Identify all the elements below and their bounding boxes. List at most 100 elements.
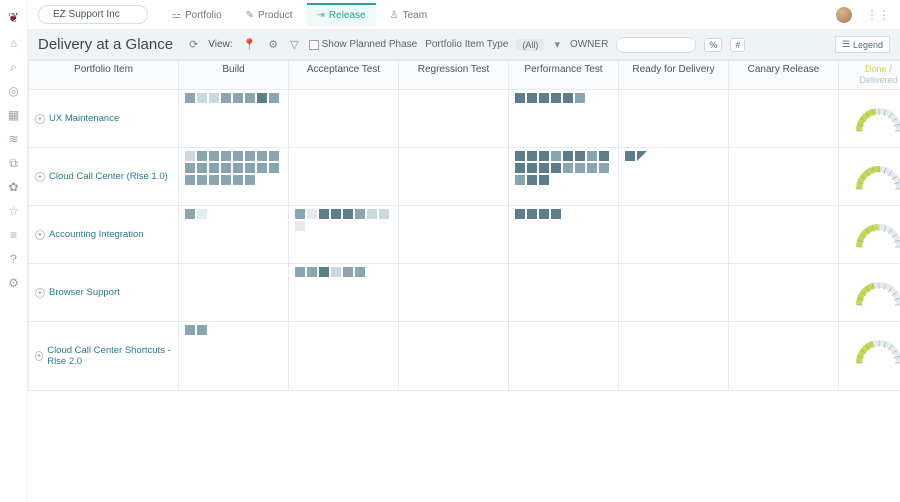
org-selector[interactable]: EZ Support Inc bbox=[38, 5, 148, 24]
stage-cell[interactable] bbox=[289, 322, 399, 391]
column-header[interactable]: Regression Test bbox=[399, 61, 509, 90]
stage-cell[interactable] bbox=[399, 264, 509, 322]
view-gear-icon[interactable]: ⚙ bbox=[266, 38, 280, 51]
rail-help-icon[interactable]: ? bbox=[10, 252, 17, 266]
column-header[interactable]: Acceptance Test bbox=[289, 61, 399, 90]
avatar[interactable] bbox=[836, 7, 852, 23]
stage-cell[interactable] bbox=[179, 90, 289, 148]
tab-team[interactable]: ♙Team bbox=[380, 3, 437, 26]
expand-icon[interactable]: + bbox=[35, 351, 43, 361]
work-item-block[interactable] bbox=[185, 325, 195, 335]
work-item-block[interactable] bbox=[539, 175, 549, 185]
tab-portfolio[interactable]: ⚍Portfolio bbox=[162, 3, 232, 26]
work-item-block[interactable] bbox=[527, 175, 537, 185]
work-item-block[interactable] bbox=[515, 93, 525, 103]
work-item-block[interactable] bbox=[221, 151, 231, 161]
stage-cell[interactable] bbox=[289, 90, 399, 148]
expand-icon[interactable]: + bbox=[35, 114, 45, 124]
work-item-block[interactable] bbox=[269, 163, 279, 173]
stage-cell[interactable] bbox=[729, 322, 839, 391]
stage-cell[interactable] bbox=[289, 206, 399, 264]
work-item-block[interactable] bbox=[269, 93, 279, 103]
work-item-block[interactable] bbox=[185, 163, 195, 173]
work-item-block[interactable] bbox=[197, 163, 207, 173]
refresh-icon[interactable]: ⟳ bbox=[187, 38, 200, 51]
work-item-block[interactable] bbox=[233, 151, 243, 161]
column-header[interactable]: Ready for Delivery bbox=[619, 61, 729, 90]
rail-target-icon[interactable]: ◎ bbox=[8, 84, 18, 98]
work-item-block[interactable] bbox=[319, 209, 329, 219]
stage-cell[interactable] bbox=[289, 264, 399, 322]
work-item-block[interactable] bbox=[221, 163, 231, 173]
work-item-block[interactable] bbox=[245, 93, 255, 103]
work-item-block[interactable] bbox=[209, 151, 219, 161]
stage-cell[interactable] bbox=[509, 148, 619, 206]
percent-toggle-button[interactable]: % bbox=[704, 38, 722, 52]
work-item-block[interactable] bbox=[527, 151, 537, 161]
work-item-block[interactable] bbox=[209, 175, 219, 185]
work-item-block[interactable] bbox=[233, 93, 243, 103]
portfolio-item-link[interactable]: +UX Maintenance bbox=[35, 93, 172, 144]
stage-cell[interactable] bbox=[399, 148, 509, 206]
work-item-block[interactable] bbox=[539, 209, 549, 219]
work-item-block[interactable] bbox=[527, 93, 537, 103]
tab-release[interactable]: ⇥Release bbox=[307, 3, 376, 26]
work-item-block[interactable] bbox=[367, 209, 377, 219]
work-item-block[interactable] bbox=[233, 175, 243, 185]
work-item-block[interactable] bbox=[257, 151, 267, 161]
stage-cell[interactable] bbox=[619, 206, 729, 264]
work-item-block[interactable] bbox=[221, 175, 231, 185]
work-item-block[interactable] bbox=[599, 151, 609, 161]
work-item-block[interactable] bbox=[343, 267, 353, 277]
work-item-block[interactable] bbox=[575, 93, 585, 103]
stage-cell[interactable] bbox=[509, 322, 619, 391]
work-item-block[interactable] bbox=[209, 163, 219, 173]
view-filter-icon[interactable]: ▽ bbox=[288, 38, 300, 51]
work-item-block[interactable] bbox=[257, 93, 267, 103]
work-item-block[interactable] bbox=[539, 151, 549, 161]
work-item-block[interactable] bbox=[197, 325, 207, 335]
portfolio-item-link[interactable]: +Accounting Integration bbox=[35, 209, 172, 260]
show-planned-checkbox[interactable]: Show Planned Phase bbox=[309, 39, 418, 50]
work-item-block[interactable] bbox=[221, 93, 231, 103]
column-header[interactable]: Performance Test bbox=[509, 61, 619, 90]
rail-grid-icon[interactable]: ▦ bbox=[8, 108, 19, 122]
work-item-block[interactable] bbox=[307, 267, 317, 277]
work-item-block[interactable] bbox=[599, 163, 609, 173]
rail-settings-icon[interactable]: ⚙ bbox=[8, 276, 19, 290]
work-item-block[interactable] bbox=[355, 209, 365, 219]
portfolio-item-link[interactable]: +Cloud Call Center Shortcuts - Rlse 2.0 bbox=[35, 325, 172, 387]
expand-icon[interactable]: + bbox=[35, 230, 45, 240]
stage-cell[interactable] bbox=[179, 264, 289, 322]
work-item-block[interactable] bbox=[379, 209, 389, 219]
work-item-block[interactable] bbox=[575, 163, 585, 173]
work-item-block[interactable] bbox=[331, 267, 341, 277]
tab-product[interactable]: ✎Product bbox=[236, 3, 303, 26]
stage-cell[interactable] bbox=[289, 148, 399, 206]
stage-cell[interactable] bbox=[509, 90, 619, 148]
work-item-block[interactable] bbox=[563, 151, 573, 161]
work-item-block[interactable] bbox=[197, 175, 207, 185]
work-item-block[interactable] bbox=[295, 209, 305, 219]
work-item-block[interactable] bbox=[331, 209, 341, 219]
stage-cell[interactable] bbox=[399, 322, 509, 391]
work-item-block[interactable] bbox=[307, 209, 317, 219]
rail-search-icon[interactable]: ⌕ bbox=[10, 60, 17, 74]
work-item-block[interactable] bbox=[551, 163, 561, 173]
stage-cell[interactable] bbox=[509, 264, 619, 322]
grid-scroll[interactable]: Portfolio ItemBuildAcceptance TestRegres… bbox=[28, 60, 900, 502]
work-item-block[interactable] bbox=[295, 267, 305, 277]
work-item-block[interactable] bbox=[269, 151, 279, 161]
stage-cell[interactable] bbox=[399, 90, 509, 148]
work-item-block[interactable] bbox=[185, 209, 195, 219]
work-item-block[interactable] bbox=[197, 93, 207, 103]
work-item-block[interactable] bbox=[233, 163, 243, 173]
work-item-block[interactable] bbox=[637, 151, 647, 161]
rail-layers-icon[interactable]: ≋ bbox=[8, 132, 18, 146]
work-item-block[interactable] bbox=[563, 163, 573, 173]
work-item-block[interactable] bbox=[527, 163, 537, 173]
work-item-block[interactable] bbox=[587, 163, 597, 173]
rail-home-icon[interactable]: ⌂ bbox=[10, 36, 17, 50]
stage-cell[interactable] bbox=[399, 206, 509, 264]
work-item-block[interactable] bbox=[355, 267, 365, 277]
